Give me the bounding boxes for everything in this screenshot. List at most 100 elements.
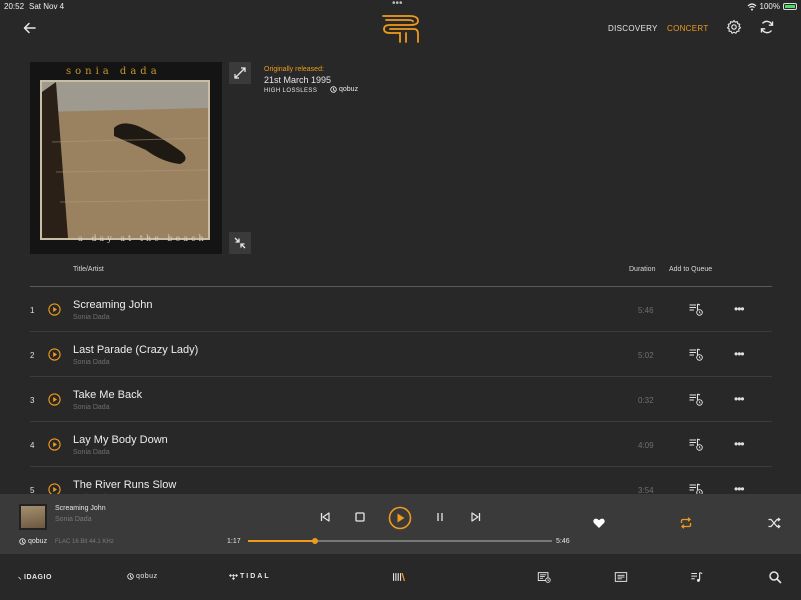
track-number: 3 xyxy=(30,396,35,405)
progress-handle[interactable] xyxy=(311,538,318,544)
more-options-icon[interactable]: ••• xyxy=(734,392,745,406)
collapse-icon xyxy=(234,237,246,249)
shuffle-icon[interactable] xyxy=(767,516,781,530)
progress-fill xyxy=(248,540,315,542)
wifi-icon xyxy=(747,2,756,11)
column-title-artist: Title/Artist xyxy=(73,266,104,273)
track-play-icon[interactable] xyxy=(48,438,61,451)
nav-discovery[interactable]: DISCOVERY xyxy=(608,24,658,33)
track-row[interactable]: 1 Screaming John Sonia Dada 5:46 ••• xyxy=(30,287,772,332)
track-number: 2 xyxy=(30,351,35,360)
add-to-queue-icon[interactable] xyxy=(688,391,704,407)
idagio-logo-icon: ⸜ xyxy=(18,574,22,581)
add-to-queue-icon[interactable] xyxy=(688,301,704,317)
track-row[interactable]: 2 Last Parade (Crazy Lady) Sonia Dada 5:02 •… xyxy=(30,332,772,377)
release-date: 21st March 1995 xyxy=(264,75,332,85)
now-playing-source: qobuz xyxy=(19,538,47,545)
expand-icon xyxy=(234,67,246,79)
next-track-icon[interactable] xyxy=(469,510,483,524)
previous-track-icon[interactable] xyxy=(318,510,332,524)
track-artist[interactable]: Sonia Dada xyxy=(73,314,110,321)
cover-title-text: sonia dada xyxy=(66,66,161,77)
status-right: 100% xyxy=(747,2,797,11)
status-time: 20:52 xyxy=(4,2,25,11)
cover-photo xyxy=(40,80,210,240)
now-playing-source-name: qobuz xyxy=(28,538,48,545)
track-artist[interactable]: Sonia Dada xyxy=(73,359,110,366)
status-date: Sat Nov 4 xyxy=(29,2,65,11)
nav-concert[interactable]: CONCERT xyxy=(667,24,709,33)
service-qobuz-label: qobuz xyxy=(136,573,158,580)
tidal-logo-icon xyxy=(229,574,238,580)
track-row[interactable]: 4 Lay My Body Down Sonia Dada 4:09 ••• xyxy=(30,422,772,467)
track-title[interactable]: Screaming John xyxy=(73,299,153,311)
play-icon[interactable] xyxy=(388,506,412,530)
originally-released-label: Originally released: xyxy=(264,66,324,73)
multitask-dots-icon[interactable]: ••• xyxy=(392,0,403,9)
total-time: 5:46 xyxy=(556,538,570,545)
add-to-queue-icon[interactable] xyxy=(688,346,704,362)
status-bar: 20:52 Sat Nov 4 ••• 100% xyxy=(0,0,801,12)
track-duration: 5:02 xyxy=(638,351,654,360)
service-idagio[interactable]: ⸜ IDAGIO xyxy=(18,573,52,582)
column-duration: Duration xyxy=(629,266,656,273)
track-title[interactable]: Take Me Back xyxy=(73,389,142,401)
current-time: 1:17 xyxy=(227,538,241,545)
track-title[interactable]: The River Runs Slow xyxy=(73,479,176,491)
track-artist[interactable]: Sonia Dada xyxy=(73,404,110,411)
track-play-icon[interactable] xyxy=(48,303,61,316)
refresh-icon[interactable] xyxy=(759,19,775,35)
audio-format: FLAC 16 Bit 44.1 KHz xyxy=(55,539,114,545)
album-cover: sonia dada a day at the beach xyxy=(30,62,222,254)
now-playing-queue-icon[interactable] xyxy=(690,570,704,584)
gear-icon[interactable] xyxy=(726,19,742,35)
cover-subtitle-text: a day at the beach xyxy=(78,234,207,243)
column-add-to-queue: Add to Queue xyxy=(669,266,713,273)
battery-icon xyxy=(783,3,797,10)
quality-badge: HIGH LOSSLESS xyxy=(264,88,318,94)
now-playing-artwork[interactable] xyxy=(19,504,47,530)
service-tidal-label: TIDAL xyxy=(240,573,271,580)
track-number: 4 xyxy=(30,441,35,450)
more-options-icon[interactable]: ••• xyxy=(734,302,745,316)
collapse-button[interactable] xyxy=(229,232,251,254)
search-icon[interactable] xyxy=(768,570,782,584)
track-play-icon[interactable] xyxy=(48,393,61,406)
now-playing-title[interactable]: Screaming John xyxy=(55,505,106,512)
queue-history-icon[interactable] xyxy=(537,570,551,584)
expand-button[interactable] xyxy=(229,62,251,84)
track-title[interactable]: Last Parade (Crazy Lady) xyxy=(73,344,198,356)
track-number: 1 xyxy=(30,306,35,315)
track-row[interactable]: 3 Take Me Back Sonia Dada 0:32 ••• xyxy=(30,377,772,422)
track-duration: 4:09 xyxy=(638,441,654,450)
qobuz-logo-icon xyxy=(19,538,26,545)
track-title[interactable]: Lay My Body Down xyxy=(73,434,168,446)
track-play-icon[interactable] xyxy=(48,348,61,361)
heart-icon[interactable] xyxy=(592,516,606,530)
track-duration: 5:46 xyxy=(638,306,654,315)
source-badge: qobuz xyxy=(330,86,358,93)
qobuz-logo-icon xyxy=(330,86,337,93)
library-icon[interactable] xyxy=(392,570,406,584)
source-name: qobuz xyxy=(339,86,359,93)
battery-percent: 100% xyxy=(759,2,780,11)
qobuz-logo-icon xyxy=(127,573,134,580)
service-idagio-label: IDAGIO xyxy=(24,574,52,581)
service-qobuz[interactable]: qobuz xyxy=(127,573,158,580)
playlist-icon[interactable] xyxy=(614,570,628,584)
pause-icon[interactable] xyxy=(433,510,447,524)
more-options-icon[interactable]: ••• xyxy=(734,437,745,451)
now-playing-artist: Sonia Dada xyxy=(55,516,92,523)
more-options-icon[interactable]: ••• xyxy=(734,347,745,361)
back-arrow-icon[interactable] xyxy=(22,20,38,36)
cover-photo-illustration xyxy=(42,82,209,238)
service-tidal[interactable]: TIDAL xyxy=(229,573,271,580)
track-artist[interactable]: Sonia Dada xyxy=(73,449,110,456)
app-logo-icon[interactable] xyxy=(380,12,422,44)
add-to-queue-icon[interactable] xyxy=(688,436,704,452)
progress-slider[interactable] xyxy=(248,538,552,544)
bottom-navigation: ⸜ IDAGIO qobuz TIDAL xyxy=(0,554,801,600)
now-playing-bar: Screaming John Sonia Dada qobuz FLAC 16 … xyxy=(0,494,801,554)
repeat-icon[interactable] xyxy=(679,516,693,530)
stop-icon[interactable] xyxy=(353,510,367,524)
